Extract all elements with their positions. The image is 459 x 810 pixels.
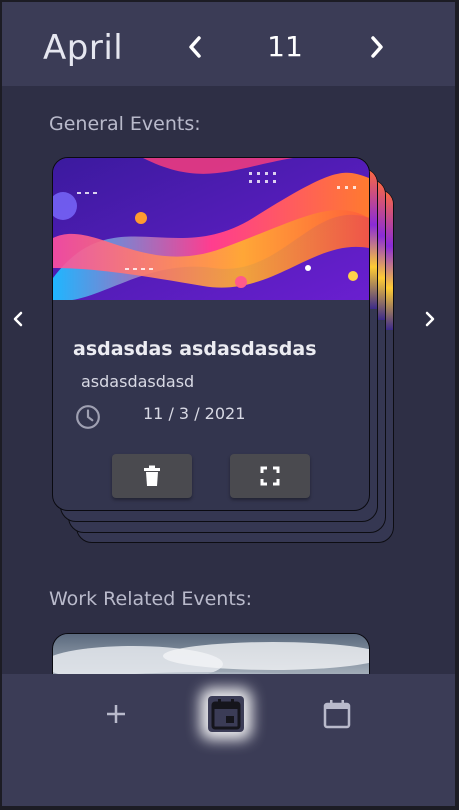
chevron-right-icon [425,311,435,327]
calendar-day-icon [211,699,241,730]
calendar-icon [323,700,351,729]
next-day-button[interactable] [364,32,390,62]
general-events-title: General Events: [49,113,201,135]
delete-event-button[interactable] [112,454,192,498]
prev-day-button[interactable] [182,32,208,62]
day-view-button[interactable] [208,696,244,732]
clock-icon [76,405,100,429]
calendar-button[interactable] [319,696,355,732]
event-card[interactable]: asdasdas asdasdasdas asdasdasdasd 11 / 3… [52,157,370,511]
event-image [53,158,369,300]
plus-icon [107,705,125,723]
chevron-left-icon [189,36,201,58]
event-title: asdasdas asdasdasdas [73,338,317,360]
chevron-right-icon [371,36,383,58]
app-root: April 11 General Events: asdasdas asdasd… [2,2,455,806]
header-bar: April 11 [2,2,455,86]
event-date: 11 / 3 / 2021 [143,404,246,423]
carousel-prev-button[interactable] [8,307,28,331]
month-label: April [43,28,124,68]
fullscreen-icon [260,466,280,486]
carousel-next-button[interactable] [420,307,440,331]
add-event-button[interactable] [98,696,134,732]
trash-icon [144,465,160,486]
chevron-left-icon [13,311,23,327]
expand-event-button[interactable] [230,454,310,498]
day-label: 11 [267,30,303,63]
bottom-navigation [2,674,455,806]
event-subtitle: asdasdasdasd [81,372,195,391]
work-events-title: Work Related Events: [49,588,253,610]
